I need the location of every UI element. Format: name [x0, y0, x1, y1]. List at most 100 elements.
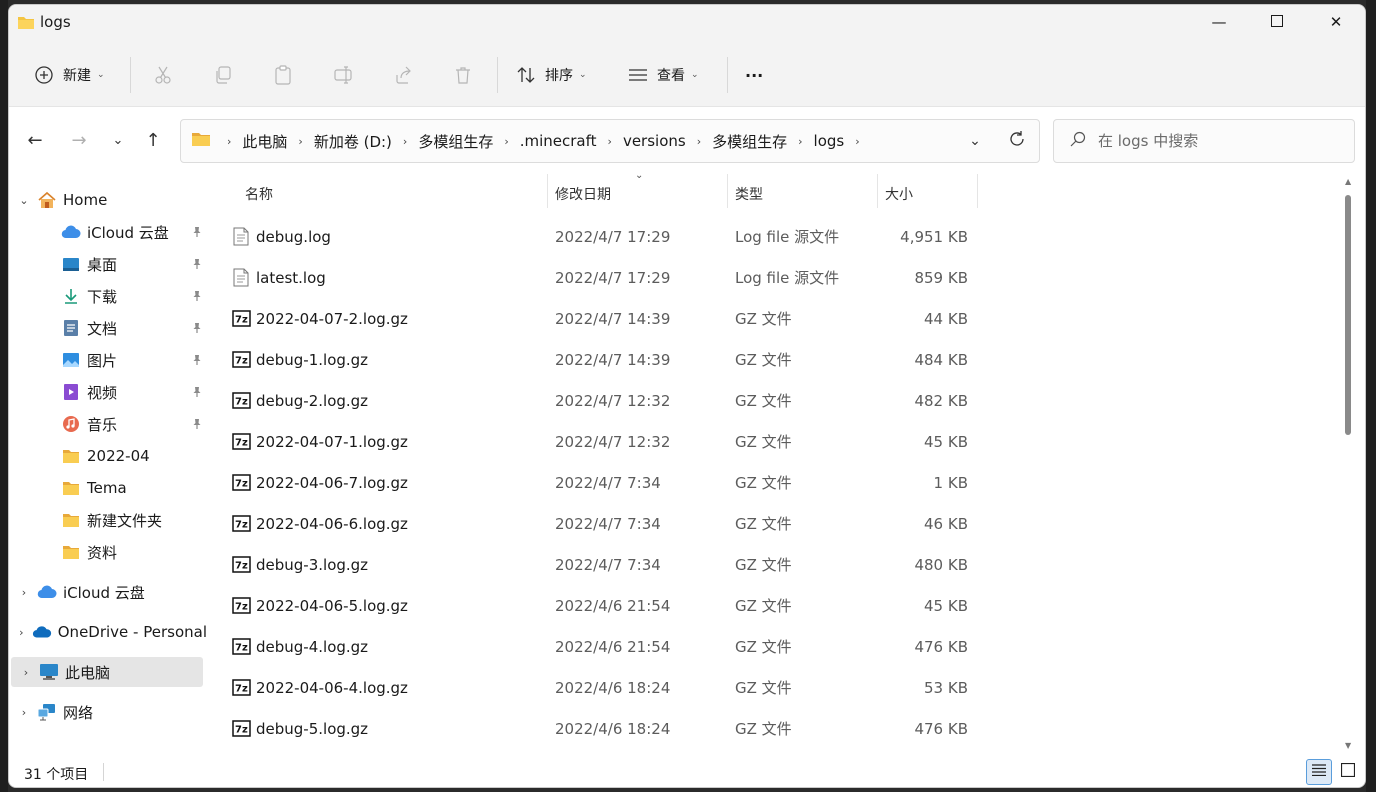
breadcrumb-item[interactable]: 此电脑: [239, 131, 290, 152]
vertical-scrollbar-thumb[interactable]: [1345, 195, 1351, 435]
pin-icon[interactable]: [189, 256, 205, 272]
chevron-right-icon[interactable]: ›: [496, 135, 516, 148]
chevron-right-icon[interactable]: ›: [19, 666, 33, 679]
address-history-button[interactable]: ⌄: [955, 133, 995, 149]
breadcrumb-item[interactable]: logs: [811, 132, 848, 150]
sidebar-item-root-1[interactable]: › OneDrive - Personal: [9, 617, 207, 647]
chevron-right-icon[interactable]: ›: [17, 586, 31, 599]
column-header-date[interactable]: 修改日期: [555, 178, 611, 210]
file-row[interactable]: debug.log 2022/4/7 17:29 Log file 源文件 4,951…: [209, 216, 989, 257]
sidebar-item-root-0[interactable]: › iCloud 云盘: [9, 577, 207, 607]
svg-text:7z: 7z: [235, 643, 248, 654]
sidebar-item-quick-1[interactable]: 桌面: [9, 249, 207, 279]
paste-button[interactable]: [272, 59, 294, 91]
back-button[interactable]: ←: [23, 128, 47, 152]
sidebar-item-quick-6[interactable]: 音乐: [9, 409, 207, 439]
breadcrumb-item[interactable]: 多模组生存: [709, 131, 790, 152]
column-divider[interactable]: [877, 174, 878, 208]
chevron-down-icon[interactable]: ⌄: [17, 194, 31, 207]
column-header-size[interactable]: 大小: [885, 178, 913, 210]
sidebar-item-root-3[interactable]: › 网络: [9, 697, 207, 727]
file-row[interactable]: 7z 2022-04-07-2.log.gz 2022/4/7 14:39 GZ 文件…: [209, 298, 989, 339]
chevron-right-icon[interactable]: ›: [790, 135, 810, 148]
tiles-view-button[interactable]: [1335, 759, 1361, 785]
sidebar-item-quick-0[interactable]: iCloud 云盘: [9, 217, 207, 247]
chevron-right-icon[interactable]: ›: [689, 135, 709, 148]
scroll-down-arrow-icon[interactable]: ▼: [1345, 741, 1351, 750]
refresh-button[interactable]: [995, 130, 1039, 152]
7z-archive-icon: 7z: [231, 555, 251, 575]
sort-button[interactable]: 排序 ⌄: [515, 59, 587, 91]
chevron-right-icon[interactable]: ›: [17, 626, 26, 639]
sidebar-item-quick-9[interactable]: 新建文件夹: [9, 505, 207, 535]
pin-icon[interactable]: [189, 320, 205, 336]
breadcrumb-item[interactable]: versions: [620, 132, 689, 150]
pin-icon[interactable]: [189, 224, 205, 240]
view-menu-button[interactable]: 查看 ⌄: [627, 59, 699, 91]
file-row[interactable]: 7z debug-4.log.gz 2022/4/6 21:54 GZ 文件 476 K…: [209, 626, 989, 667]
file-date: 2022/4/6 21:54: [555, 596, 671, 615]
file-row[interactable]: 7z 2022-04-06-6.log.gz 2022/4/7 7:34 GZ 文件 4…: [209, 503, 989, 544]
breadcrumb-item[interactable]: 多模组生存: [415, 131, 496, 152]
copy-button[interactable]: [212, 59, 234, 91]
address-bar[interactable]: › 此电脑 › 新加卷 (D:) › 多模组生存 › .minecraft › versions ›…: [180, 119, 1040, 163]
file-row[interactable]: 7z 2022-04-06-7.log.gz 2022/4/7 7:34 GZ 文件 1…: [209, 462, 989, 503]
rename-button[interactable]: [332, 59, 354, 91]
search-box[interactable]: [1053, 119, 1355, 163]
chevron-right-icon[interactable]: ›: [847, 135, 867, 148]
column-divider[interactable]: [727, 174, 728, 208]
search-input[interactable]: [1098, 132, 1338, 150]
pin-icon[interactable]: [189, 416, 205, 432]
details-view-button[interactable]: [1306, 759, 1332, 785]
file-row[interactable]: 7z debug-5.log.gz 2022/4/6 18:24 GZ 文件 476 K…: [209, 708, 989, 749]
column-header-type[interactable]: 类型: [735, 178, 763, 210]
sidebar-item-quick-8[interactable]: Tema: [9, 473, 207, 503]
scroll-up-arrow-icon[interactable]: ▲: [1345, 177, 1351, 186]
pin-icon[interactable]: [189, 288, 205, 304]
file-row[interactable]: 7z 2022-04-07-1.log.gz 2022/4/7 12:32 GZ 文件…: [209, 421, 989, 462]
column-header-name[interactable]: 名称: [245, 178, 273, 210]
file-row[interactable]: 7z 2022-04-06-5.log.gz 2022/4/6 21:54 GZ 文件…: [209, 585, 989, 626]
file-row[interactable]: 7z debug-2.log.gz 2022/4/7 12:32 GZ 文件 482 K…: [209, 380, 989, 421]
sidebar-item-home[interactable]: ⌄ Home: [9, 185, 207, 215]
minimize-button[interactable]: —: [1190, 5, 1248, 39]
sidebar-item-quick-7[interactable]: 2022-04: [9, 441, 207, 471]
chevron-right-icon[interactable]: ›: [395, 135, 415, 148]
chevron-right-icon[interactable]: ›: [17, 706, 31, 719]
pin-icon[interactable]: [189, 384, 205, 400]
sidebar-item-quick-5[interactable]: 视频: [9, 377, 207, 407]
sidebar-item-quick-3[interactable]: 文档: [9, 313, 207, 343]
file-row[interactable]: 7z debug-3.log.gz 2022/4/7 7:34 GZ 文件 480 KB: [209, 544, 989, 585]
file-row[interactable]: 7z 2022-04-06-4.log.gz 2022/4/6 18:24 GZ 文件…: [209, 667, 989, 708]
sidebar-item-quick-2[interactable]: 下载: [9, 281, 207, 311]
chevron-right-icon[interactable]: ›: [600, 135, 620, 148]
file-row[interactable]: latest.log 2022/4/7 17:29 Log file 源文件 859 …: [209, 257, 989, 298]
svg-text:7z: 7z: [235, 315, 248, 326]
chevron-right-icon[interactable]: ›: [219, 135, 239, 148]
sidebar-item-root-2[interactable]: › 此电脑: [11, 657, 203, 687]
videos-icon: [61, 382, 81, 402]
maximize-button[interactable]: [1248, 5, 1306, 39]
forward-button[interactable]: →: [67, 128, 91, 152]
folder-icon: [61, 478, 81, 498]
share-button[interactable]: [392, 59, 414, 91]
breadcrumb-item[interactable]: 新加卷 (D:): [311, 131, 395, 152]
recent-locations-button[interactable]: ⌄: [106, 128, 130, 152]
file-date: 2022/4/7 12:32: [555, 432, 671, 451]
pin-icon[interactable]: [189, 352, 205, 368]
column-divider[interactable]: [977, 174, 978, 208]
sidebar-item-quick-4[interactable]: 图片: [9, 345, 207, 375]
up-button[interactable]: ↑: [141, 128, 165, 152]
file-row[interactable]: 7z debug-1.log.gz 2022/4/7 14:39 GZ 文件 484 K…: [209, 339, 989, 380]
cut-button[interactable]: [152, 59, 174, 91]
close-button[interactable]: ✕: [1307, 5, 1365, 39]
sidebar-item-label: 此电脑: [65, 663, 111, 682]
sidebar-item-quick-10[interactable]: 资料: [9, 537, 207, 567]
breadcrumb-item[interactable]: .minecraft: [517, 132, 600, 150]
new-button[interactable]: 新建 ⌄: [33, 59, 105, 91]
chevron-right-icon[interactable]: ›: [290, 135, 310, 148]
background-window-edge: [0, 0, 8, 792]
delete-button[interactable]: [452, 59, 474, 91]
more-options-button[interactable]: ···: [745, 59, 763, 91]
column-divider[interactable]: [547, 174, 548, 208]
